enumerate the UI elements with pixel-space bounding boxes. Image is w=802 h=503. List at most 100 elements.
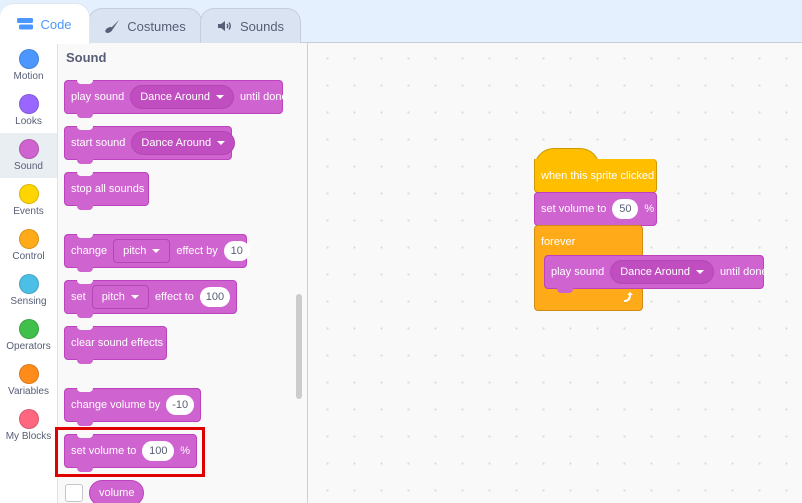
dropdown-caret-icon: [217, 141, 226, 145]
category-operators[interactable]: Operators: [0, 313, 57, 358]
dropdown-caret-icon: [695, 270, 704, 274]
block-text: when this sprite clicked: [541, 169, 655, 182]
motion-color-dot: [18, 49, 39, 69]
block-tab: [77, 267, 93, 272]
dropdown-value: pitch: [101, 291, 125, 303]
category-events[interactable]: Events: [0, 178, 57, 223]
sound-dropdown[interactable]: Dance Around: [131, 131, 236, 155]
category-label: Motion: [13, 71, 44, 82]
block-tab: [77, 467, 93, 472]
dropdown-value: pitch: [123, 245, 147, 257]
speaker-icon: [217, 20, 233, 32]
category-sound[interactable]: Sound: [0, 133, 57, 178]
block-notch: [77, 126, 93, 130]
block-text: start sound: [71, 137, 126, 149]
script-set-volume-block[interactable]: set volume to 50 %: [534, 192, 657, 230]
looks-color-dot: [18, 94, 39, 114]
script-workspace[interactable]: when this sprite clicked set volume to 5…: [308, 43, 802, 503]
control-color-dot: [18, 229, 39, 249]
change-volume-block[interactable]: change volume by -10: [64, 388, 201, 426]
block-text: %: [644, 203, 655, 215]
category-variables[interactable]: Variables: [0, 358, 57, 403]
block-text: change: [71, 245, 108, 257]
events-color-dot: [18, 184, 39, 204]
block-tab: [77, 313, 93, 318]
block-tab: [557, 288, 573, 293]
category-control[interactable]: Control: [0, 223, 57, 268]
sensing-color-dot: [18, 274, 39, 294]
block-text: play sound: [551, 266, 605, 278]
my-blocks-color-dot: [18, 409, 39, 429]
sound-color-dot: [18, 139, 39, 159]
play-sound-until-done-block[interactable]: play sound Dance Around until done: [64, 80, 288, 118]
script-volume-input[interactable]: 50: [612, 199, 639, 219]
block-tab: [77, 113, 93, 118]
category-motion[interactable]: Motion: [0, 43, 57, 88]
block-text: until done: [719, 266, 768, 278]
block-text: forever: [541, 236, 576, 248]
loop-arrow-icon: [622, 291, 634, 306]
volume-value-input[interactable]: 100: [142, 441, 175, 461]
block-notch: [77, 172, 93, 176]
block-text: volume: [99, 487, 135, 499]
start-sound-block[interactable]: start sound Dance Around: [64, 126, 236, 164]
category-label: Variables: [8, 386, 49, 397]
variables-color-dot: [18, 364, 39, 384]
block-palette: Sound play sound Dance Around until done…: [58, 43, 308, 503]
operators-color-dot: [18, 319, 39, 339]
code-icon: [17, 18, 34, 30]
when-sprite-clicked-block[interactable]: when this sprite clicked: [534, 159, 657, 197]
set-effect-block[interactable]: set pitch effect to 100: [64, 280, 237, 318]
dropdown-caret-icon: [215, 95, 224, 99]
paintbrush-icon: [104, 19, 120, 33]
effect-amount-input[interactable]: 10: [223, 241, 250, 261]
category-looks[interactable]: Looks: [0, 88, 57, 133]
sound-dropdown[interactable]: Dance Around: [130, 85, 234, 109]
dropdown-caret-icon: [130, 295, 139, 299]
block-tab: [77, 159, 93, 164]
block-text: effect by: [176, 245, 218, 257]
effect-dropdown[interactable]: pitch: [113, 239, 171, 263]
script-sound-dropdown[interactable]: Dance Around: [610, 260, 714, 284]
palette-section-title: Sound: [66, 50, 107, 65]
effect-value-input[interactable]: 100: [199, 287, 230, 307]
block-text: stop all sounds: [71, 183, 145, 195]
block-text: change volume by: [71, 399, 161, 411]
dropdown-value: Dance Around: [140, 91, 210, 103]
editor-tab-bar: Code Costumes Sounds: [0, 0, 802, 44]
effect-dropdown[interactable]: pitch: [91, 285, 149, 309]
block-notch: [77, 234, 93, 238]
block-tab: [77, 359, 93, 364]
block-notch: [77, 280, 93, 284]
volume-reporter-block[interactable]: volume: [89, 480, 145, 503]
category-my-blocks[interactable]: My Blocks: [0, 403, 57, 448]
block-text: set volume to: [71, 445, 137, 457]
dropdown-caret-icon: [152, 249, 161, 253]
tab-code[interactable]: Code: [0, 3, 90, 44]
volume-monitor-checkbox[interactable]: [65, 484, 83, 502]
category-label: Control: [12, 251, 45, 262]
volume-change-input[interactable]: -10: [166, 395, 194, 415]
block-tab: [77, 205, 93, 210]
tab-costumes[interactable]: Costumes: [88, 8, 202, 43]
script-play-sound-block[interactable]: play sound Dance Around until done: [544, 255, 768, 293]
block-text: clear sound effects: [71, 337, 164, 349]
category-sensing[interactable]: Sensing: [0, 268, 57, 313]
stop-all-sounds-block[interactable]: stop all sounds: [64, 172, 149, 210]
block-text: effect to: [154, 291, 194, 303]
block-text: set volume to: [541, 203, 607, 215]
dropdown-value: Dance Around: [620, 266, 690, 278]
category-label: My Blocks: [5, 431, 52, 442]
block-text: play sound: [71, 91, 125, 103]
category-label: Looks: [15, 116, 42, 127]
block-notch: [77, 80, 93, 84]
set-volume-block[interactable]: set volume to 100 %: [64, 434, 197, 472]
block-notch: [77, 434, 93, 438]
change-effect-block[interactable]: change pitch effect by 10: [64, 234, 250, 272]
category-label: Sound: [14, 161, 43, 172]
block-text: until done: [239, 91, 288, 103]
clear-sound-effects-block[interactable]: clear sound effects: [64, 326, 167, 364]
tab-sounds[interactable]: Sounds: [200, 8, 301, 43]
block-text: set: [71, 291, 86, 303]
palette-scrollbar[interactable]: [296, 294, 302, 399]
